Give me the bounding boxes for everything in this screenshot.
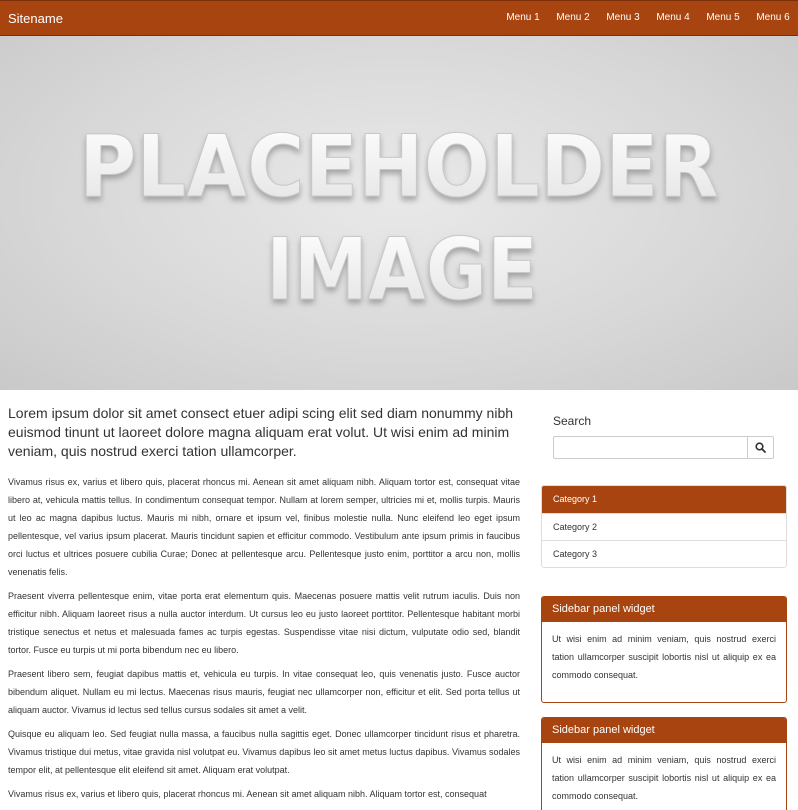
category-list: Category 1 Category 2 Category 3 <box>541 485 787 568</box>
main-content: Lorem ipsum dolor sit amet consect etuer… <box>8 404 520 809</box>
body-paragraph: Quisque eu aliquam leo. Sed feugiat null… <box>8 729 520 775</box>
body-paragraph: Vivamus risus ex, varius et libero quis,… <box>8 477 520 577</box>
menu-item-2[interactable]: Menu 2 <box>548 1 598 37</box>
category-item-1[interactable]: Category 1 <box>542 486 786 513</box>
body-paragraph: Praesent viverra pellentesque enim, vita… <box>8 591 520 655</box>
menu-item-5[interactable]: Menu 5 <box>698 1 748 37</box>
body-paragraph: Praesent libero sem, feugiat dapibus mat… <box>8 669 520 715</box>
category-item-3[interactable]: Category 3 <box>542 540 786 567</box>
placeholder-text-line-1: PLACEHOLDER <box>79 117 719 217</box>
placeholder-text-line-2: IMAGE <box>266 220 538 320</box>
hero-placeholder-image: PLACEHOLDER IMAGE <box>0 36 798 390</box>
lead-paragraph: Lorem ipsum dolor sit amet consect etuer… <box>8 405 514 459</box>
main-menu: Menu 1 Menu 2 Menu 3 Menu 4 Menu 5 Menu … <box>498 1 798 37</box>
panel-body: Ut wisi enim ad minim veniam, quis nostr… <box>552 634 776 680</box>
sidebar-panel-widget: Sidebar panel widget Ut wisi enim ad min… <box>541 596 787 703</box>
search-label: Search <box>553 414 592 428</box>
menu-item-4[interactable]: Menu 4 <box>648 1 698 37</box>
panel-heading: Sidebar panel widget <box>542 718 786 743</box>
panel-body: Ut wisi enim ad minim veniam, quis nostr… <box>552 755 776 801</box>
site-brand-link[interactable]: Sitename <box>8 11 63 27</box>
menu-item-1[interactable]: Menu 1 <box>498 1 548 37</box>
search-input[interactable] <box>553 436 748 459</box>
placeholder-image-graphic: PLACEHOLDER IMAGE <box>79 117 720 321</box>
top-navbar: Sitename Menu 1 Menu 2 Menu 3 Menu 4 Men… <box>0 0 798 36</box>
body-paragraph: Vivamus risus ex, varius et libero quis,… <box>8 789 487 799</box>
search-icon <box>755 442 766 453</box>
search-button[interactable] <box>747 436 774 459</box>
panel-heading: Sidebar panel widget <box>542 597 786 622</box>
menu-item-3[interactable]: Menu 3 <box>598 1 648 37</box>
category-item-2[interactable]: Category 2 <box>542 513 786 540</box>
menu-item-6[interactable]: Menu 6 <box>748 1 798 37</box>
sidebar-panel-widget: Sidebar panel widget Ut wisi enim ad min… <box>541 717 787 810</box>
